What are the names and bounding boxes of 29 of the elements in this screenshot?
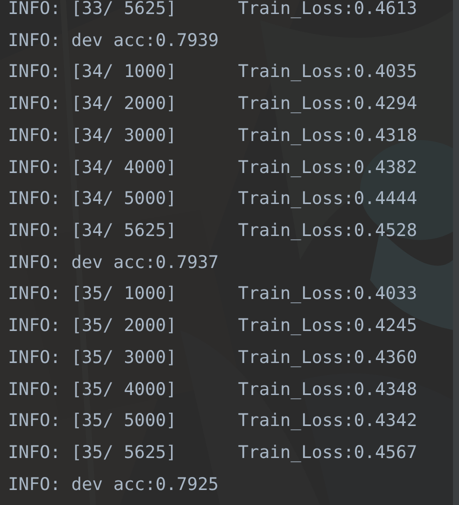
log-text: Train_Loss:0.4035 <box>238 63 418 82</box>
log-text: INFO: [34/ 3000] <box>8 126 178 145</box>
log-text: INFO: [34/ 2000] <box>8 95 178 114</box>
log-text: Train_Loss:0.4613 <box>238 0 418 18</box>
log-text: Train_Loss:0.4567 <box>238 444 418 462</box>
log-text: Train_Loss:0.4348 <box>238 380 418 399</box>
log-text: Train_Loss:0.4245 <box>238 317 418 336</box>
log-text: Train_Loss:0.4360 <box>238 348 418 367</box>
log-text: INFO: dev acc:0.7925 <box>8 476 219 494</box>
log-text: INFO: [35/ 4000] <box>8 380 178 399</box>
log-text: Train_Loss:0.4382 <box>238 158 418 177</box>
log-text: INFO: dev acc:0.7939 <box>8 32 219 50</box>
log-text: INFO: [35/ 5000] <box>8 412 178 430</box>
log-text: Train_Loss:0.4294 <box>238 95 418 114</box>
log-text: INFO: [33/ 5625] <box>8 0 178 18</box>
log-text: INFO: [34/ 5625] <box>8 222 178 240</box>
log-text: INFO: [35/ 3000] <box>8 348 178 367</box>
log-text: INFO: [35/ 5625] <box>8 444 178 462</box>
log-text: Train_Loss:0.4342 <box>238 412 418 430</box>
log-text: INFO: [34/ 5000] <box>8 190 178 208</box>
log-text: Train_Loss:0.4033 <box>238 285 418 304</box>
log-text: Train_Loss:0.4444 <box>238 190 418 208</box>
log-text: INFO: dev acc:0.7937 <box>8 254 219 272</box>
log-text: INFO: [34/ 1000] <box>8 63 178 82</box>
log-text: Train_Loss:0.4318 <box>238 126 418 145</box>
log-text: INFO: [34/ 4000] <box>8 158 178 177</box>
log-text: INFO: [35/ 2000] <box>8 317 178 336</box>
log-text: Train_Loss:0.4528 <box>238 222 418 240</box>
log-text: INFO: [35/ 1000] <box>8 285 178 304</box>
